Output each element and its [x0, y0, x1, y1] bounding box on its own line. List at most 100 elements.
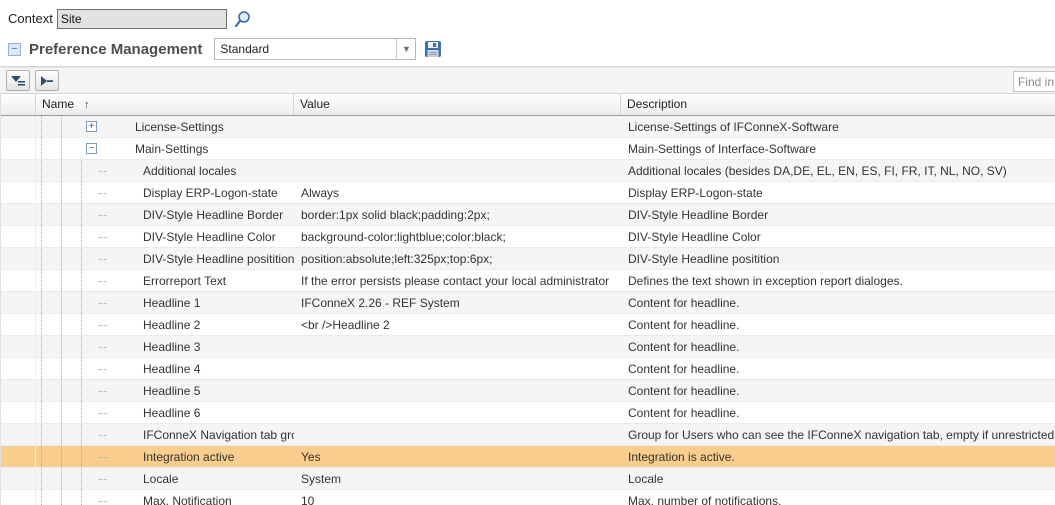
tree-guide-line [61, 182, 62, 203]
search-button[interactable] [233, 9, 253, 29]
tree-guide-line [41, 248, 42, 269]
table-row[interactable]: Headline 5 Content for headline. [1, 380, 1055, 402]
sort-asc-icon: ↑ [84, 99, 90, 111]
row-name-cell: Headline 1 [36, 292, 294, 313]
table-row[interactable]: Errorreport TextIf the error persists pl… [1, 270, 1055, 292]
expand-plus-icon[interactable]: + [86, 121, 97, 132]
tree-elbow-line [99, 347, 107, 348]
row-description-label: Integration is active. [621, 446, 1055, 467]
tree-guide-line [81, 314, 82, 335]
row-description-label: Main-Settings of Interface-Software [621, 138, 1055, 159]
table-row[interactable]: Integration active YesIntegration is acti… [1, 446, 1055, 468]
row-name-cell: IFConneX Navigation tab group [36, 424, 294, 445]
row-value-label [294, 160, 621, 181]
row-name-label: Max. Notification [143, 494, 232, 505]
column-header-name[interactable]: Name ↑ [36, 94, 294, 115]
row-name-label: DIV-Style Headline positition [143, 252, 294, 266]
table-row[interactable]: DIV-Style Headline posititionposition:ab… [1, 248, 1055, 270]
tree-guide-line [61, 116, 62, 137]
row-expander-cell [1, 160, 36, 181]
column-header-value[interactable]: Value [294, 94, 621, 115]
row-value-label [294, 402, 621, 423]
row-expander-cell [1, 468, 36, 489]
tree-guide-line [81, 226, 82, 247]
table-row[interactable]: Headline 1IFConneX 2.26 - REF SystemCont… [1, 292, 1055, 314]
row-expander-cell [1, 182, 36, 203]
tree-guide-line [41, 402, 42, 423]
tree-guide-line [61, 446, 62, 467]
column-header-expander[interactable] [1, 94, 36, 115]
tree-guide-line [41, 336, 42, 357]
preset-combobox[interactable]: Standard ▼ [214, 38, 416, 60]
filter-menu-icon [10, 74, 26, 88]
tree-elbow-line [99, 281, 107, 282]
row-name-cell: Headline 5 [36, 380, 294, 401]
save-button[interactable] [424, 39, 444, 59]
row-name-label: Headline 3 [143, 340, 200, 354]
collapse-all-button[interactable] [35, 70, 59, 91]
table-row[interactable]: DIV-Style Headline Borderborder:1px soli… [1, 204, 1055, 226]
row-name-label: Headline 2 [143, 318, 200, 332]
table-row[interactable]: Headline 3Content for headline. [1, 336, 1055, 358]
tree-elbow-line [99, 215, 107, 216]
tree-guide-line [81, 160, 82, 181]
chevron-down-icon[interactable]: ▼ [396, 39, 415, 59]
tree-guide-line [81, 270, 82, 291]
context-bar: Context [0, 0, 1055, 30]
collapse-minus-icon[interactable]: − [86, 143, 97, 154]
row-value-label: background-color:lightblue;color:black; [294, 226, 621, 247]
row-value-label: Always [294, 182, 621, 203]
table-row[interactable]: DIV-Style Headline Colorbackground-color… [1, 226, 1055, 248]
table-row[interactable]: Max. Notification10Max. number of notifi… [1, 490, 1055, 505]
row-expander-cell [1, 270, 36, 291]
row-name-cell: Integration active [36, 446, 294, 467]
tree-guide-line [41, 468, 42, 489]
collapse-all-icon [39, 75, 55, 87]
grid-header: Name ↑ Value Description [1, 94, 1055, 116]
tree-guide-line [41, 270, 42, 291]
tree-guide-line [61, 204, 62, 225]
context-input[interactable] [57, 9, 227, 29]
table-row[interactable]: Additional localesAdditional locales (be… [1, 160, 1055, 182]
table-row[interactable]: Headline 2<br />Headline 2Content for he… [1, 314, 1055, 336]
row-expander-cell [1, 116, 36, 137]
row-expander-cell [1, 314, 36, 335]
tree-elbow-line [99, 171, 107, 172]
row-description-label: Content for headline. [621, 314, 1055, 335]
tree-elbow-line [99, 457, 107, 458]
row-value-label: Yes [294, 446, 621, 467]
row-name-label: Integration active [143, 450, 234, 464]
filter-menu-button[interactable] [6, 70, 30, 91]
row-value-label [294, 336, 621, 357]
table-row[interactable]: −Main-Settings Main-Settings of Interface… [1, 138, 1055, 160]
row-description-label: Display ERP-Logon-state [621, 182, 1055, 203]
row-name-label: IFConneX Navigation tab group [143, 428, 294, 442]
column-header-name-label: Name [42, 97, 74, 111]
row-name-cell: −Main-Settings [36, 138, 294, 159]
table-row[interactable]: Display ERP-Logon-stateAlwaysDisplay ERP… [1, 182, 1055, 204]
table-row[interactable]: Headline 4Content for headline. [1, 358, 1055, 380]
row-value-label: IFConneX 2.26 - REF System [294, 292, 621, 313]
find-input[interactable] [1013, 71, 1055, 92]
tree-elbow-line [99, 479, 107, 480]
column-header-description[interactable]: Description [621, 94, 1055, 115]
row-name-cell: DIV-Style Headline positition [36, 248, 294, 269]
row-name-cell: Locale [36, 468, 294, 489]
tree-guide-line [81, 424, 82, 445]
tree-guide-line [81, 380, 82, 401]
row-name-cell: DIV-Style Headline Border [36, 204, 294, 225]
tree-guide-line [41, 138, 42, 159]
panel-collapse-icon[interactable]: − [8, 43, 21, 56]
row-description-label: Content for headline. [621, 380, 1055, 401]
tree-guide-line [41, 358, 42, 379]
row-name-label: Additional locales [143, 164, 236, 178]
row-expander-cell [1, 292, 36, 313]
table-row[interactable]: IFConneX Navigation tab groupGroup for U… [1, 424, 1055, 446]
table-row[interactable]: LocaleSystemLocale [1, 468, 1055, 490]
tree-guide-line [61, 270, 62, 291]
table-row[interactable]: Headline 6Content for headline. [1, 402, 1055, 424]
row-name-label: Headline 4 [143, 362, 200, 376]
row-value-label [294, 380, 621, 401]
tree-guide-line [41, 182, 42, 203]
table-row[interactable]: +License-SettingsLicense-Settings of IFC… [1, 116, 1055, 138]
